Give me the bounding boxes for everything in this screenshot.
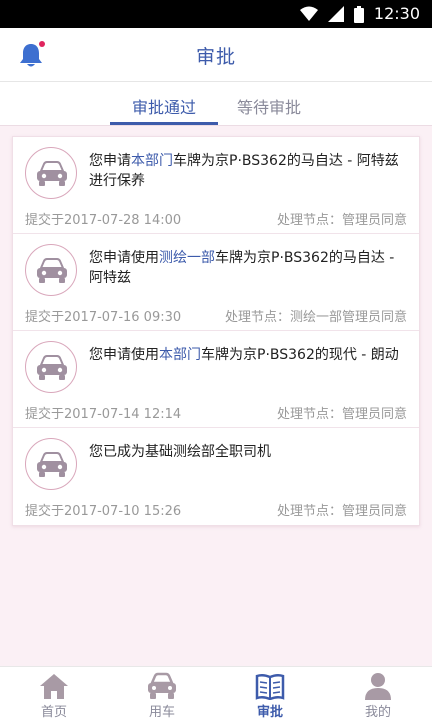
person-icon <box>365 673 391 700</box>
car-icon <box>148 672 176 699</box>
nav-approval-label: 审批 <box>256 705 283 720</box>
list-item[interactable]: 您申请使用测绘一部车牌为京P·BS362的马自达 - 阿特兹 提交于2017-0… <box>13 234 419 331</box>
clock: 12:30 <box>373 4 420 23</box>
battery-icon <box>354 6 364 23</box>
process-node: 处理节点：管理员同意 <box>276 504 407 519</box>
approval-list: 您申请本部门车牌为京P·BS362的马自达 - 阿特兹进行保养 提交于2017-… <box>12 136 420 526</box>
submitted-time: 提交于2017-07-28 14:00 <box>25 213 182 228</box>
nav-car[interactable]: 用车 <box>108 667 216 720</box>
car-icon <box>37 355 67 380</box>
car-icon <box>37 452 67 477</box>
submitted-time: 提交于2017-07-10 15:26 <box>25 504 182 519</box>
car-avatar <box>25 244 77 296</box>
bottom-nav: 首页 用车 审批 我的 <box>0 666 432 720</box>
department-link[interactable]: 测绘一部 <box>159 250 215 266</box>
car-icon <box>37 161 67 186</box>
submitted-time: 提交于2017-07-14 12:14 <box>25 407 182 422</box>
item-message: 您申请本部门车牌为京P·BS362的马自达 - 阿特兹进行保养 <box>89 153 399 189</box>
nav-approval[interactable]: 审批 <box>216 667 324 720</box>
item-message: 您申请使用测绘一部车牌为京P·BS362的马自达 - 阿特兹 <box>89 250 395 286</box>
page-title: 审批 <box>195 46 236 68</box>
car-avatar <box>25 438 77 490</box>
process-node: 处理节点：测绘一部管理员同意 <box>224 310 407 325</box>
tab-approved[interactable]: 审批通过 <box>132 94 196 118</box>
wifi-icon <box>300 6 318 21</box>
approval-content: 您申请本部门车牌为京P·BS362的马自达 - 阿特兹进行保养 提交于2017-… <box>0 125 432 666</box>
item-message: 您申请使用本部门车牌为京P·BS362的现代 - 朗动 <box>89 347 399 363</box>
nav-home[interactable]: 首页 <box>0 667 108 720</box>
list-item[interactable]: 您申请使用本部门车牌为京P·BS362的现代 - 朗动 提交于2017-07-1… <box>13 331 419 428</box>
book-icon <box>255 673 285 700</box>
process-node: 处理节点：管理员同意 <box>276 407 407 422</box>
department-link[interactable]: 本部门 <box>131 153 173 169</box>
nav-profile-label: 我的 <box>364 705 391 720</box>
home-icon <box>40 674 68 699</box>
signal-icon <box>328 6 344 22</box>
department-link[interactable]: 本部门 <box>159 347 201 363</box>
app-header: 审批 <box>0 28 432 82</box>
tab-pending[interactable]: 等待审批 <box>237 94 301 118</box>
submitted-time: 提交于2017-07-16 09:30 <box>25 310 182 325</box>
list-item[interactable]: 您申请本部门车牌为京P·BS362的马自达 - 阿特兹进行保养 提交于2017-… <box>13 137 419 234</box>
list-item[interactable]: 您已成为基础测绘部全职司机 提交于2017-07-10 15:26 处理节点：管… <box>13 428 419 525</box>
nav-profile[interactable]: 我的 <box>324 667 432 720</box>
process-node: 处理节点：管理员同意 <box>276 213 407 228</box>
nav-car-label: 用车 <box>148 705 175 720</box>
car-avatar <box>25 341 77 393</box>
car-avatar <box>25 147 77 199</box>
nav-home-label: 首页 <box>40 705 67 720</box>
car-icon <box>37 258 67 283</box>
tab-bar: 审批通过 等待审批 <box>0 82 432 126</box>
item-message: 您已成为基础测绘部全职司机 <box>89 444 271 460</box>
status-bar: 12:30 <box>0 0 432 28</box>
